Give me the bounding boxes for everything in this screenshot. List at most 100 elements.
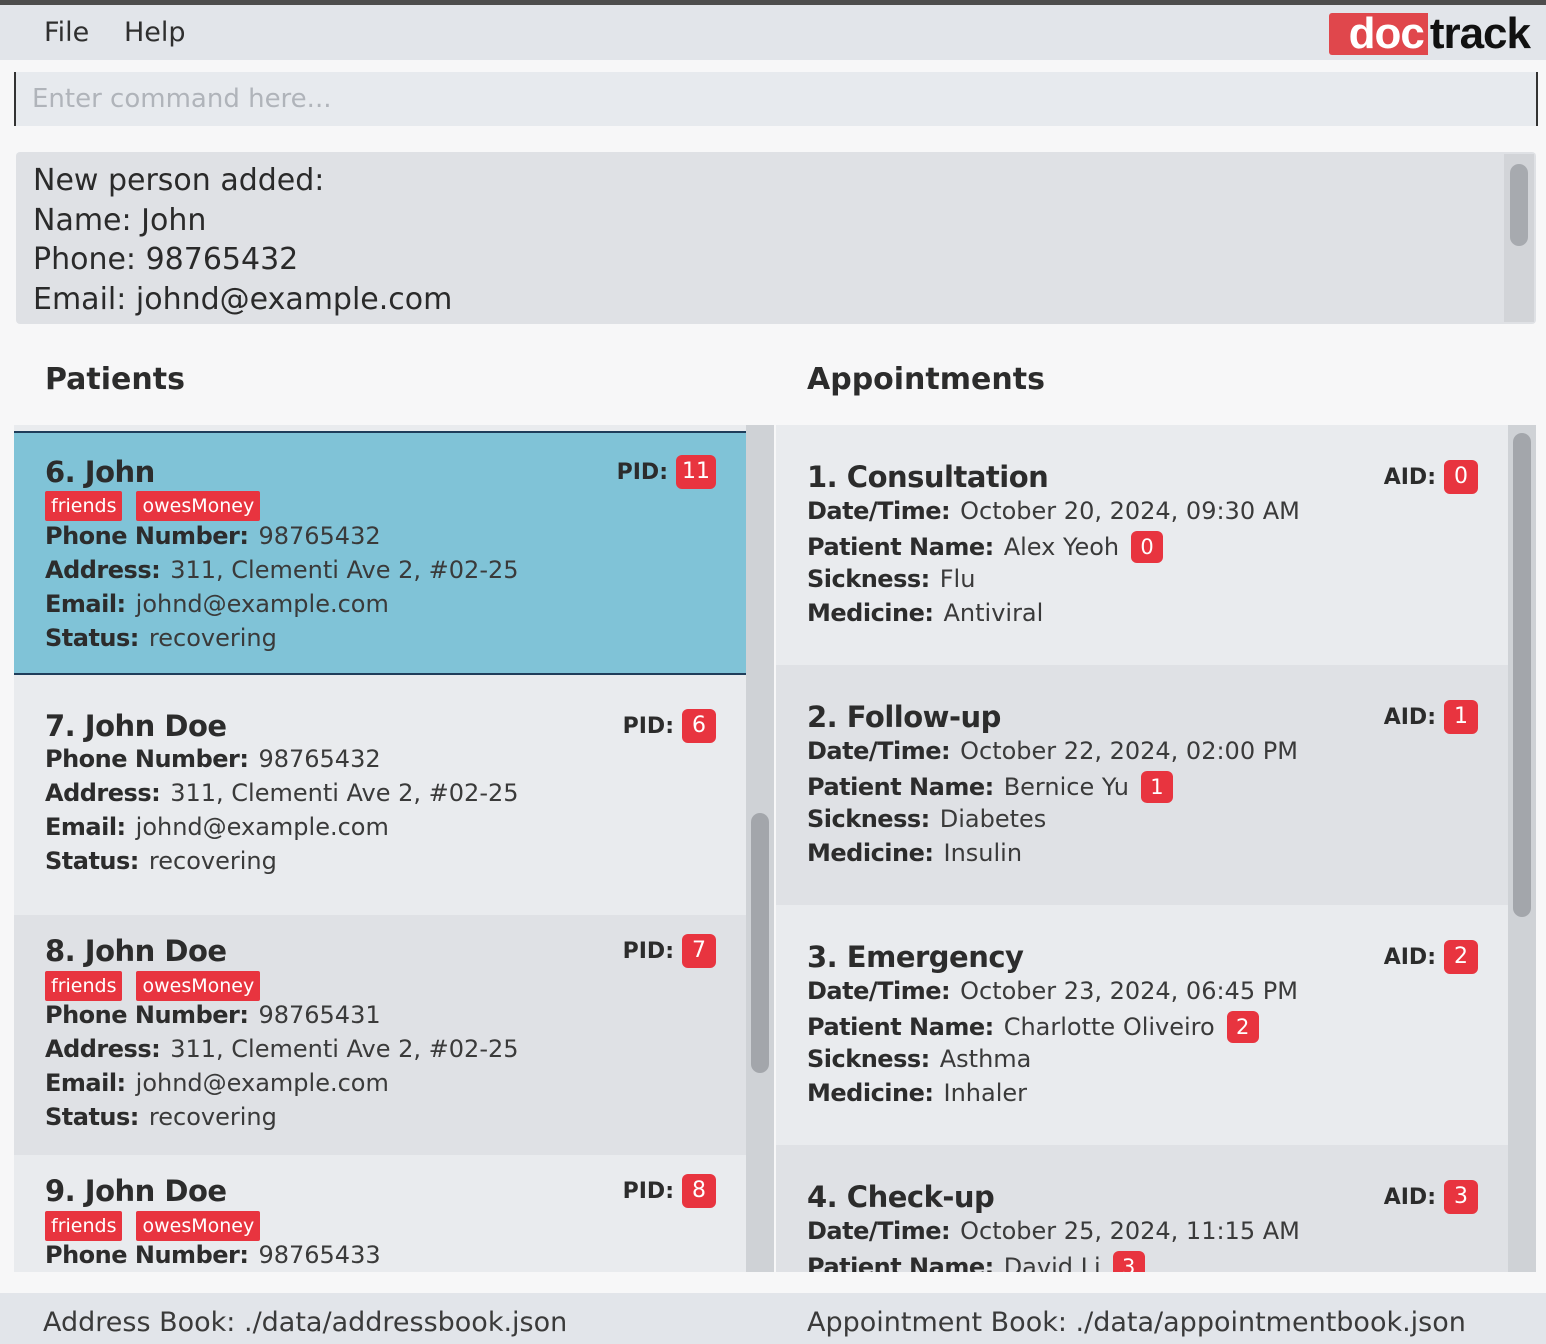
appointment-patient: Patient Name: Alex Yeoh 0 (807, 531, 1164, 563)
patient-list[interactable]: 6. John PID: 11 friends owesMoney Phone … (14, 425, 746, 1272)
patient-tags: friends owesMoney (45, 971, 274, 1001)
patient-card[interactable]: 6. John PID: 11 friends owesMoney Phone … (14, 431, 746, 675)
appointment-patient: Patient Name: Charlotte Oliveiro 2 (807, 1011, 1259, 1043)
appointment-type: 4. Check-up (807, 1180, 995, 1214)
email-value: johnd@example.com (135, 1069, 389, 1097)
datetime-value: October 20, 2024, 09:30 AM (960, 497, 1300, 525)
datetime-value: October 23, 2024, 06:45 PM (960, 977, 1298, 1005)
appointment-card[interactable]: 1. Consultation AID: 0 Date/Time: Octobe… (776, 425, 1508, 665)
medicine-value: Inhaler (943, 1079, 1027, 1107)
phone-value: 98765432 (258, 522, 381, 550)
status-label: Status: (45, 1103, 139, 1131)
sickness-value: Asthma (939, 1045, 1032, 1073)
patient-address: Address: 311, Clementi Ave 2, #02-25 (45, 556, 519, 584)
pid-badge: 8 (682, 1174, 716, 1208)
pid-badge: 6 (682, 709, 716, 743)
phone-label: Phone Number: (45, 522, 249, 550)
appointment-datetime: Date/Time: October 20, 2024, 09:30 AM (807, 497, 1300, 525)
patient-list-scrollbar[interactable] (746, 425, 774, 1272)
appointment-patient: Patient Name: David Li 3 (807, 1251, 1145, 1272)
phone-label: Phone Number: (45, 1241, 249, 1269)
patient-phone: Phone Number: 98765432 (45, 522, 381, 550)
tag-owes-money: owesMoney (136, 971, 261, 1001)
appointment-medicine: Medicine: Antiviral (807, 599, 1043, 627)
logo-track-text: track (1429, 9, 1531, 58)
status-value: recovering (148, 624, 277, 652)
datetime-value: October 22, 2024, 02:00 PM (960, 737, 1298, 765)
appointment-datetime: Date/Time: October 25, 2024, 11:15 AM (807, 1217, 1300, 1245)
appointment-type: 3. Emergency (807, 940, 1024, 974)
aid-badge: 2 (1444, 940, 1478, 974)
email-label: Email: (45, 590, 126, 618)
patient-status: Status: recovering (45, 847, 277, 875)
appointment-id: AID: 1 (1384, 700, 1478, 734)
aid-badge: 3 (1444, 1180, 1478, 1214)
patient-id-badge: 0 (1131, 531, 1164, 563)
address-label: Address: (45, 779, 161, 807)
patients-heading: Patients (45, 362, 185, 397)
pid-label: PID: (616, 459, 668, 485)
datetime-label: Date/Time: (807, 497, 951, 525)
appointment-type: 2. Follow-up (807, 700, 1001, 734)
address-label: Address: (45, 556, 161, 584)
appointment-list-scrollbar[interactable] (1508, 425, 1536, 1272)
aid-badge: 1 (1444, 700, 1478, 734)
patient-card[interactable]: 7. John Doe PID: 6 Phone Number: 9876543… (14, 675, 746, 915)
patient-list-scrollbar-thumb[interactable] (751, 813, 769, 1073)
patient-address: Address: 311, Clementi Ave 2, #02-25 (45, 1035, 519, 1063)
menu-help[interactable]: Help (124, 17, 186, 48)
email-value: johnd@example.com (135, 590, 389, 618)
command-box (14, 72, 1538, 126)
patient-card[interactable]: 8. John Doe PID: 7 friends owesMoney Pho… (14, 915, 746, 1155)
patient-id-badge: 2 (1226, 1011, 1259, 1043)
patient-name: 7. John Doe (45, 709, 227, 743)
status-value: recovering (148, 1103, 277, 1131)
result-scrollbar[interactable] (1504, 154, 1534, 322)
tag-friends: friends (45, 971, 123, 1001)
menu-bar: File Help doc track (0, 5, 1546, 60)
pid-label: PID: (622, 938, 674, 964)
patient-id: PID: 7 (623, 934, 716, 968)
appointment-patient: Patient Name: Bernice Yu 1 (807, 771, 1173, 803)
email-value: johnd@example.com (135, 813, 389, 841)
appointment-card[interactable]: 3. Emergency AID: 2 Date/Time: October 2… (776, 905, 1508, 1145)
patient-phone: Phone Number: 98765431 (45, 1001, 381, 1029)
aid-label: AID: (1383, 944, 1436, 970)
address-value: 311, Clementi Ave 2, #02-25 (170, 1035, 519, 1063)
appointment-list-scrollbar-thumb[interactable] (1513, 433, 1531, 917)
phone-value: 98765433 (258, 1241, 381, 1269)
patient-name: 6. John (45, 455, 155, 489)
appointment-card[interactable]: 4. Check-up AID: 3 Date/Time: October 25… (776, 1145, 1508, 1272)
result-line: Name: John (33, 203, 207, 238)
appointment-type: 1. Consultation (807, 460, 1049, 494)
datetime-value: October 25, 2024, 11:15 AM (960, 1217, 1300, 1245)
phone-label: Phone Number: (45, 745, 249, 773)
phone-value: 98765432 (258, 745, 381, 773)
patient-card[interactable]: 9. John Doe PID: 8 friends owesMoney Pho… (14, 1155, 746, 1272)
sickness-label: Sickness: (807, 565, 930, 593)
patient-email: Email: johnd@example.com (45, 813, 389, 841)
appointment-sickness: Sickness: Diabetes (807, 805, 1046, 833)
patient-tags: friends owesMoney (45, 491, 274, 521)
appointment-medicine: Medicine: Inhaler (807, 1079, 1027, 1107)
tag-owes-money: owesMoney (136, 1211, 261, 1241)
patient-name: 9. John Doe (45, 1174, 227, 1208)
pid-badge: 11 (676, 455, 716, 489)
patient-id: PID: 11 (617, 455, 716, 489)
patient-address: Address: 311, Clementi Ave 2, #02-25 (45, 779, 519, 807)
status-label: Status: (45, 847, 139, 875)
tag-owes-money: owesMoney (136, 491, 261, 521)
address-label: Address: (45, 1035, 161, 1063)
aid-label: AID: (1383, 704, 1436, 730)
appointment-medicine: Medicine: Insulin (807, 839, 1022, 867)
patient-email: Email: johnd@example.com (45, 590, 389, 618)
result-line: New person added: (33, 163, 325, 198)
command-input[interactable] (16, 72, 1536, 126)
email-label: Email: (45, 813, 126, 841)
appointment-list[interactable]: 1. Consultation AID: 0 Date/Time: Octobe… (776, 425, 1508, 1272)
address-book-path: Address Book: ./data/addressbook.json (43, 1307, 568, 1338)
menu-file[interactable]: File (44, 17, 89, 48)
result-scrollbar-thumb[interactable] (1510, 164, 1528, 246)
sickness-label: Sickness: (807, 805, 930, 833)
appointment-card[interactable]: 2. Follow-up AID: 1 Date/Time: October 2… (776, 665, 1508, 905)
